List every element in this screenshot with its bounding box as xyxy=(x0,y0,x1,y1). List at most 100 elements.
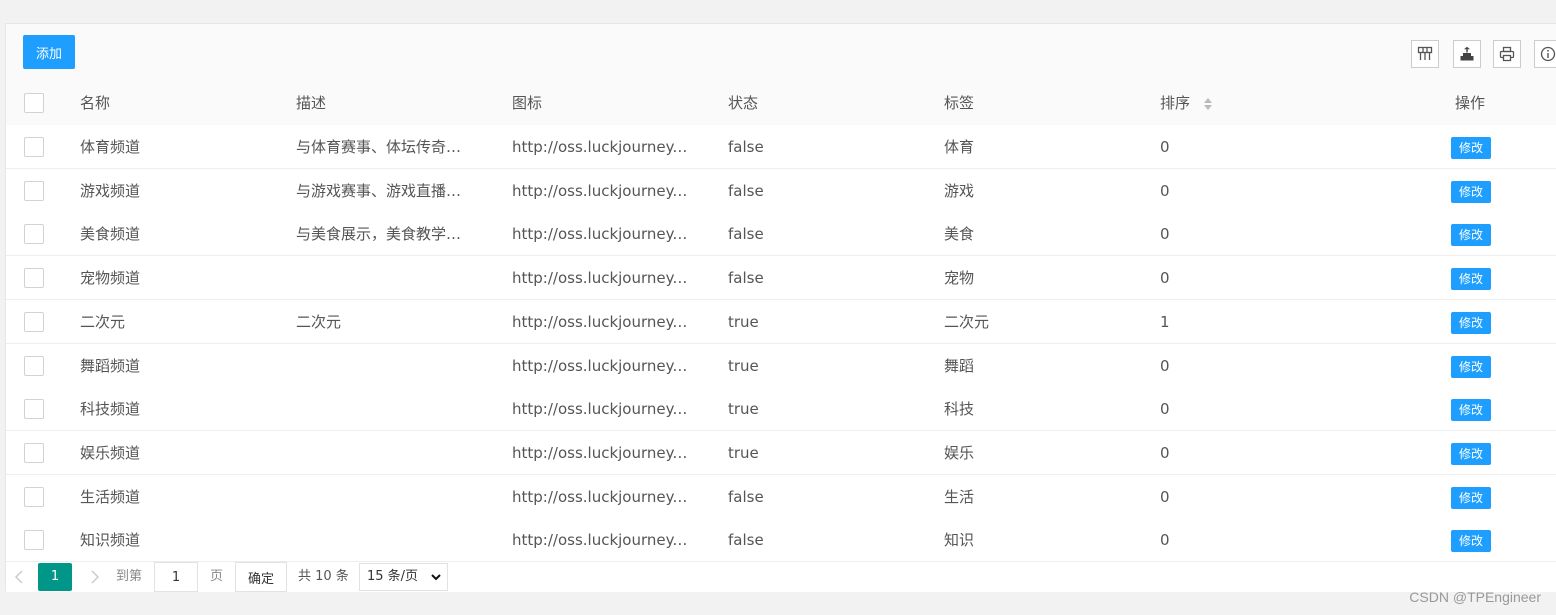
cell-status: true xyxy=(728,312,759,331)
page-unit-label: 页 xyxy=(210,569,224,584)
cell-sort: 0 xyxy=(1160,487,1170,506)
columns-icon[interactable] xyxy=(1411,40,1439,68)
print-icon[interactable] xyxy=(1493,40,1521,68)
cell-description xyxy=(296,431,474,475)
cell-sort: 0 xyxy=(1160,443,1170,462)
cell-tag: 宠物 xyxy=(944,269,975,288)
cell-name: 体育频道 xyxy=(80,138,141,156)
cell-sort: 1 xyxy=(1160,312,1170,331)
table-row: 游戏频道 与游戏赛事、游戏直播… http://oss.luckjourney.li… xyxy=(6,168,1556,213)
table-toolbar: 添加 xyxy=(6,24,1556,82)
cell-tag: 二次元 xyxy=(944,312,990,331)
column-header-name: 名称 xyxy=(80,94,111,112)
cell-tag: 游戏 xyxy=(944,181,975,200)
cell-description: 与美食展示，美食教学… xyxy=(296,225,462,244)
select-all-checkbox[interactable] xyxy=(24,93,44,113)
cell-status: false xyxy=(728,531,764,550)
page-size-select[interactable]: 15 条/页 xyxy=(359,563,448,591)
add-button[interactable]: 添加 xyxy=(23,35,75,69)
cell-status: true xyxy=(728,356,759,375)
page-current[interactable]: 1 xyxy=(38,563,72,591)
cell-sort: 0 xyxy=(1160,400,1170,419)
table-row: 体育频道 与体育赛事、体坛传奇… http://oss.luckjourney.li… xyxy=(6,125,1556,169)
chevron-down-icon xyxy=(431,574,441,581)
cell-sort: 0 xyxy=(1160,269,1170,288)
cell-status: false xyxy=(728,487,764,506)
row-checkbox[interactable] xyxy=(24,486,44,507)
cell-status: false xyxy=(728,269,764,288)
cell-tag: 娱乐 xyxy=(944,443,975,462)
cell-name: 生活频道 xyxy=(80,487,141,506)
cell-description xyxy=(296,475,474,519)
total-count: 共 10 条 xyxy=(298,569,349,584)
cell-status: false xyxy=(728,225,764,244)
sort-arrows-icon[interactable] xyxy=(1202,96,1214,112)
edit-button[interactable]: 修改 xyxy=(1451,268,1491,291)
table-panel: 添加 名称 描述 图标 状态 标签 排序 操作 体育频道 与体育赛事、体坛传奇… h… xyxy=(5,23,1556,592)
cell-name: 宠物频道 xyxy=(80,269,141,288)
column-header-description: 描述 xyxy=(296,94,327,112)
cell-sort: 0 xyxy=(1160,225,1170,244)
row-checkbox[interactable] xyxy=(24,224,44,245)
goto-label: 到第 xyxy=(116,569,143,584)
cell-description xyxy=(296,256,474,300)
cell-icon-url: http://oss.luckjourney.li… xyxy=(512,356,690,375)
cell-status: false xyxy=(728,138,764,156)
info-icon[interactable] xyxy=(1534,40,1556,68)
cell-description xyxy=(296,518,474,562)
cell-icon-url: http://oss.luckjourney.li… xyxy=(512,487,690,506)
table-row: 宠物频道 http://oss.luckjourney.li… false 宠物 0 修改 xyxy=(6,256,1556,301)
row-checkbox[interactable] xyxy=(24,442,44,463)
cell-description: 二次元 xyxy=(296,312,342,331)
row-checkbox[interactable] xyxy=(24,530,44,551)
edit-button[interactable]: 修改 xyxy=(1451,224,1491,247)
cell-tag: 知识 xyxy=(944,531,975,550)
cell-icon-url: http://oss.luckjourney.li… xyxy=(512,531,690,550)
prev-page-icon[interactable] xyxy=(6,562,32,592)
edit-button[interactable]: 修改 xyxy=(1451,530,1491,553)
cell-sort: 0 xyxy=(1160,181,1170,200)
cell-tag: 舞蹈 xyxy=(944,356,975,375)
row-checkbox[interactable] xyxy=(24,268,44,289)
cell-status: false xyxy=(728,181,764,200)
cell-icon-url: http://oss.luckjourney.li… xyxy=(512,181,690,200)
cell-icon-url: http://oss.luckjourney.li… xyxy=(512,138,690,156)
column-header-sort[interactable]: 排序 xyxy=(1160,81,1310,125)
page-size-value: 15 条/页 xyxy=(367,569,419,584)
cell-description: 与体育赛事、体坛传奇… xyxy=(296,138,462,156)
row-checkbox[interactable] xyxy=(24,399,44,420)
edit-button[interactable]: 修改 xyxy=(1451,355,1491,378)
cell-sort: 0 xyxy=(1160,531,1170,550)
cell-name: 娱乐频道 xyxy=(80,443,141,462)
watermark: CSDN @TPEngineer xyxy=(1409,589,1541,605)
cell-sort: 0 xyxy=(1160,356,1170,375)
row-checkbox[interactable] xyxy=(24,137,44,157)
edit-button[interactable]: 修改 xyxy=(1451,137,1491,159)
cell-icon-url: http://oss.luckjourney.li… xyxy=(512,269,690,288)
row-checkbox[interactable] xyxy=(24,180,44,201)
edit-button[interactable]: 修改 xyxy=(1451,399,1491,422)
column-header-icon: 图标 xyxy=(512,94,543,112)
table-row: 舞蹈频道 http://oss.luckjourney.li… true 舞蹈 0 修改 xyxy=(6,343,1556,388)
edit-button[interactable]: 修改 xyxy=(1451,442,1491,465)
next-page-icon[interactable] xyxy=(82,562,108,592)
cell-name: 科技频道 xyxy=(80,400,141,419)
edit-button[interactable]: 修改 xyxy=(1451,180,1491,203)
cell-tag: 科技 xyxy=(944,400,975,419)
table-row: 二次元 二次元 http://oss.luckjourney.li… true 二次元 1… xyxy=(6,299,1556,344)
edit-button[interactable]: 修改 xyxy=(1451,486,1491,509)
edit-button[interactable]: 修改 xyxy=(1451,311,1491,334)
cell-status: true xyxy=(728,400,759,419)
export-icon[interactable] xyxy=(1453,40,1481,68)
column-header-tag: 标签 xyxy=(944,94,975,112)
goto-confirm-button[interactable]: 确定 xyxy=(235,562,287,592)
column-header-actions: 操作 xyxy=(1455,94,1486,112)
goto-page-input[interactable] xyxy=(154,562,198,592)
cell-name: 舞蹈频道 xyxy=(80,356,141,375)
table-row: 娱乐频道 http://oss.luckjourney.li… true 娱乐 0 修改 xyxy=(6,430,1556,475)
cell-description xyxy=(296,344,474,388)
row-checkbox[interactable] xyxy=(24,355,44,376)
table-header: 名称 描述 图标 状态 标签 排序 操作 xyxy=(6,81,1556,126)
cell-sort: 0 xyxy=(1160,138,1170,156)
row-checkbox[interactable] xyxy=(24,311,44,332)
